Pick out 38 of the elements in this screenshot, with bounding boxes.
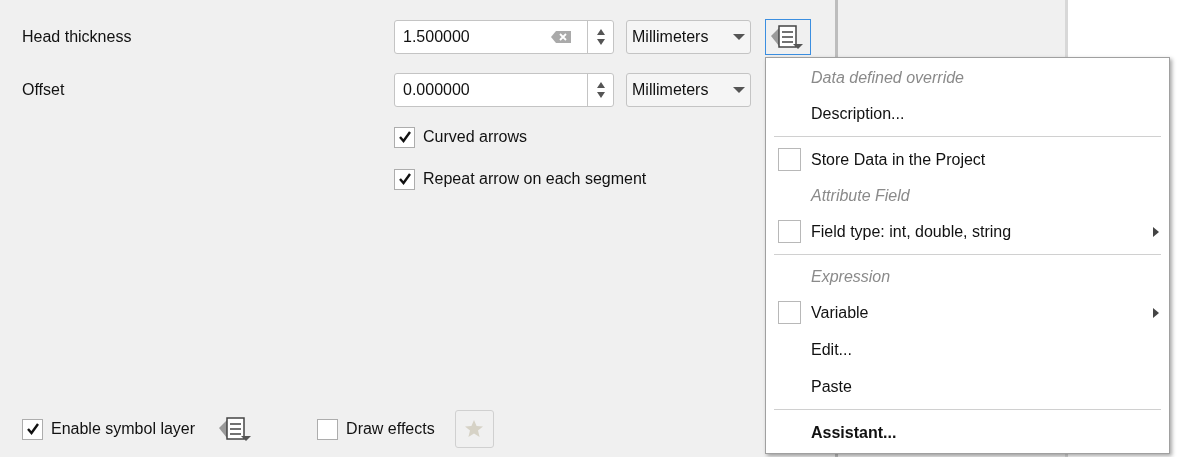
menu-checkbox[interactable] bbox=[778, 220, 801, 243]
caret-icon bbox=[733, 33, 745, 41]
menu-item[interactable]: Paste bbox=[766, 368, 1169, 405]
checkbox-label: Curved arrows bbox=[423, 127, 528, 147]
checkbox[interactable] bbox=[394, 126, 415, 148]
menu-item[interactable]: Field type: int, double, string bbox=[811, 219, 1153, 244]
menu-item[interactable]: Edit... bbox=[766, 331, 1169, 368]
field-value: 0.000000 bbox=[402, 80, 471, 100]
menu-header: Data defined override bbox=[811, 67, 964, 88]
star-icon bbox=[464, 419, 485, 439]
checkbox[interactable] bbox=[22, 418, 43, 440]
menu-header: Expression bbox=[811, 266, 891, 287]
checkbox-label: Repeat arrow on each segment bbox=[423, 169, 647, 189]
checkmark-icon bbox=[397, 130, 412, 144]
checkbox[interactable] bbox=[317, 418, 339, 440]
unit-dropdown[interactable]: Millimeters bbox=[626, 73, 751, 107]
field-value: 1.500000 bbox=[402, 27, 471, 47]
caret-icon bbox=[733, 86, 745, 94]
field-label: Head thickness bbox=[22, 27, 133, 47]
number-field[interactable]: 1.500000 bbox=[394, 20, 614, 54]
number-field[interactable]: 0.000000 bbox=[394, 73, 614, 107]
checkmark-icon bbox=[397, 172, 412, 186]
menu-item[interactable]: Store Data in the Project bbox=[811, 147, 1159, 172]
menu-checkbox[interactable] bbox=[778, 148, 801, 171]
menu-item[interactable]: Variable bbox=[811, 300, 1153, 325]
override-button[interactable] bbox=[765, 19, 811, 55]
menu-checkbox[interactable] bbox=[778, 301, 801, 324]
field-label: Offset bbox=[22, 80, 66, 100]
checkmark-icon bbox=[25, 422, 40, 436]
checkbox-label: Enable symbol layer bbox=[51, 419, 196, 439]
checkbox-label: Draw effects bbox=[346, 419, 435, 439]
spin-arrows-icon[interactable] bbox=[595, 27, 606, 47]
menu-item[interactable]: Description... bbox=[766, 95, 1169, 132]
spin-arrows-icon[interactable] bbox=[595, 80, 606, 100]
menu-item[interactable]: Assistant... bbox=[766, 414, 1169, 451]
menu-header: Attribute Field bbox=[811, 185, 910, 206]
checkbox[interactable] bbox=[394, 168, 415, 190]
unit-dropdown[interactable]: Millimeters bbox=[626, 20, 751, 54]
